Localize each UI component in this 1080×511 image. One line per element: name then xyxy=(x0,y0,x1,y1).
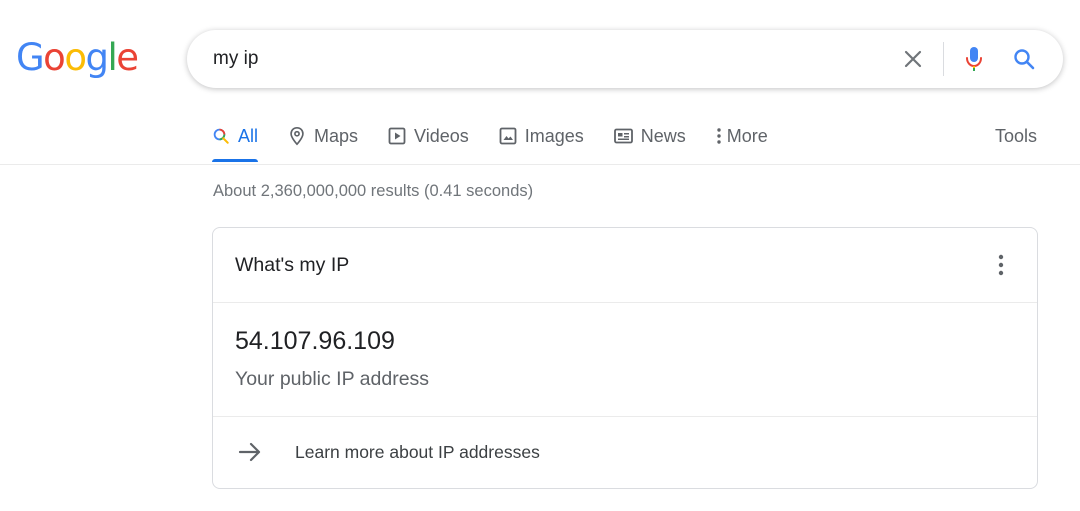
tab-more[interactable]: More xyxy=(716,118,768,154)
logo-letter: G xyxy=(16,36,45,79)
logo-letter: o xyxy=(64,36,87,79)
card-options-button[interactable] xyxy=(991,250,1011,280)
ip-address-value: 54.107.96.109 xyxy=(235,327,395,355)
more-vertical-icon xyxy=(998,254,1004,276)
arrow-right-icon xyxy=(238,442,261,462)
search-icon xyxy=(212,127,230,145)
search-button[interactable] xyxy=(1004,30,1044,88)
clear-search-button[interactable] xyxy=(893,30,933,88)
logo-letter: e xyxy=(116,36,139,79)
tab-label: All xyxy=(238,125,259,146)
learn-more-text: Learn more about IP addresses xyxy=(295,442,540,462)
card-header: What's my IP xyxy=(213,228,1037,303)
search-box xyxy=(187,30,1063,88)
tab-all[interactable]: All xyxy=(212,118,259,162)
google-logo[interactable]: Google xyxy=(16,36,139,80)
play-icon xyxy=(388,127,406,145)
tools-button[interactable]: Tools xyxy=(995,118,1037,154)
tab-news[interactable]: News xyxy=(613,118,686,154)
search-icon xyxy=(1014,49,1035,70)
tab-videos[interactable]: Videos xyxy=(388,118,469,154)
logo-letter: g xyxy=(85,36,109,79)
ip-answer-card: What's my IP 54.107.96.109 Your public I… xyxy=(212,227,1038,489)
news-icon xyxy=(613,128,633,144)
close-icon xyxy=(904,50,922,68)
tab-label: Images xyxy=(524,125,584,146)
map-pin-icon xyxy=(288,126,306,146)
more-vertical-icon xyxy=(716,127,722,145)
learn-more-link[interactable]: Learn more about IP addresses xyxy=(213,417,1037,487)
tab-maps[interactable]: Maps xyxy=(288,118,358,154)
tab-label: News xyxy=(640,125,686,146)
tab-images[interactable]: Images xyxy=(499,118,584,154)
result-stats: About 2,360,000,000 results (0.41 second… xyxy=(213,182,534,200)
search-tabs: All Maps Videos Images News More xyxy=(212,118,798,164)
ip-address-label: Your public IP address xyxy=(235,368,430,390)
search-box-divider xyxy=(943,42,944,76)
tab-label: More xyxy=(726,125,768,146)
logo-letter: l xyxy=(107,36,117,79)
tabs-divider xyxy=(0,164,1080,165)
search-input[interactable] xyxy=(213,30,853,88)
voice-search-button[interactable] xyxy=(954,30,994,88)
microphone-icon xyxy=(966,47,982,71)
image-icon xyxy=(499,127,517,145)
card-title: What's my IP xyxy=(235,254,350,276)
logo-letter: o xyxy=(43,36,66,79)
tab-label: Videos xyxy=(414,125,469,146)
tab-label: Maps xyxy=(314,125,359,146)
